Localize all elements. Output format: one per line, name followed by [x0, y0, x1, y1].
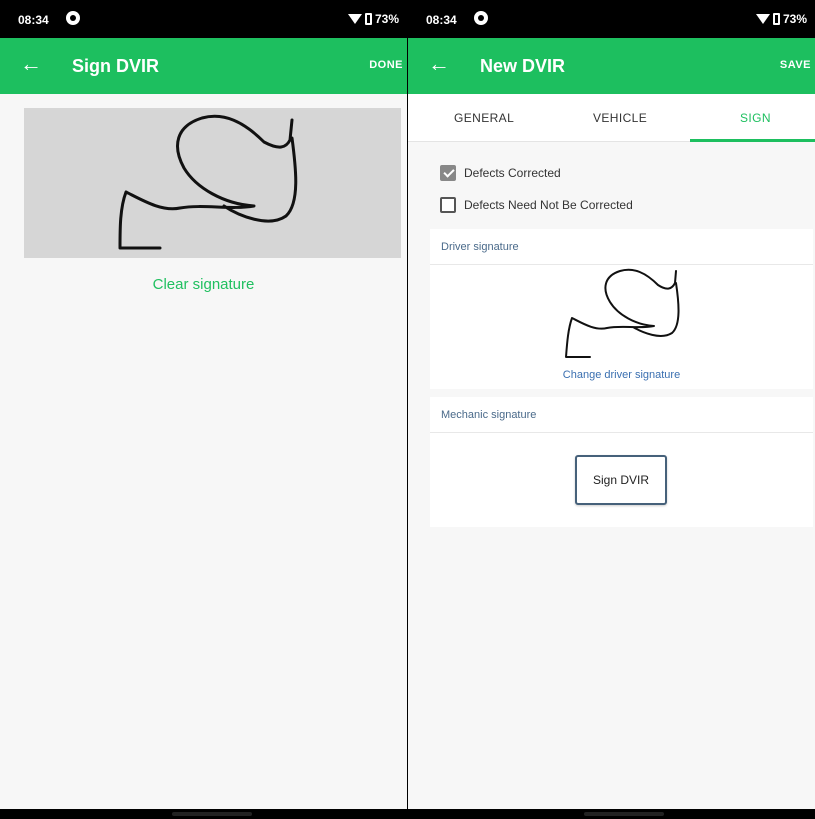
done-button[interactable]: DONE: [369, 59, 403, 71]
app-bar: ← Sign DVIR DONE: [0, 38, 407, 94]
signature-pad[interactable]: [24, 108, 401, 258]
page-title: Sign DVIR: [72, 56, 160, 76]
battery-level: 73%: [782, 12, 807, 26]
status-time: 08:34: [426, 13, 457, 27]
wifi-icon: [755, 14, 770, 24]
change-driver-signature-link[interactable]: Change driver signature: [430, 369, 813, 381]
defects-need-not-be-corrected-checkbox[interactable]: [440, 197, 456, 213]
tab-sign[interactable]: SIGN: [740, 111, 771, 125]
save-button[interactable]: SAVE: [780, 59, 811, 71]
home-handle[interactable]: [584, 812, 664, 816]
back-arrow-icon[interactable]: ←: [428, 52, 450, 76]
defects-corrected-checkbox[interactable]: [440, 165, 456, 181]
status-bar: 08:34 73%: [0, 0, 407, 38]
nav-bar: [0, 809, 407, 819]
google-icon: [66, 11, 80, 25]
status-bar: 08:34 73%: [408, 0, 815, 38]
defects-need-not-be-corrected-row[interactable]: Defects Need Not Be Corrected: [440, 197, 633, 213]
defects-corrected-label: Defects Corrected: [464, 166, 561, 180]
battery-level: 73%: [374, 12, 399, 26]
new-dvir-screen: 08:34 73% ← New DVIR SAVE GENERAL VEHICL…: [408, 0, 815, 819]
sign-dvir-button[interactable]: Sign DVIR: [575, 455, 667, 505]
active-tab-indicator: [690, 139, 815, 142]
mechanic-signature-card: Sign DVIR: [430, 433, 813, 527]
tab-vehicle[interactable]: VEHICLE: [593, 111, 647, 125]
clear-signature-link[interactable]: Clear signature: [0, 276, 407, 293]
mechanic-signature-header: Mechanic signature: [430, 397, 813, 433]
google-icon: [474, 11, 488, 25]
tab-bar: GENERAL VEHICLE SIGN: [408, 94, 815, 142]
status-time: 08:34: [18, 13, 49, 27]
tab-general[interactable]: GENERAL: [454, 111, 514, 125]
defects-need-not-be-corrected-label: Defects Need Not Be Corrected: [464, 198, 633, 212]
app-bar: ← New DVIR SAVE: [408, 38, 815, 94]
wifi-icon: [347, 14, 362, 24]
battery-icon: [772, 13, 780, 25]
driver-signature-card: Change driver signature: [430, 265, 813, 389]
back-arrow-icon[interactable]: ←: [20, 52, 42, 76]
sign-dvir-screen: 08:34 73% ← Sign DVIR DONE Clear signatu…: [0, 0, 407, 819]
nav-bar: [408, 809, 815, 819]
signature-stroke: [118, 114, 298, 250]
home-handle[interactable]: [172, 812, 252, 816]
battery-icon: [364, 13, 372, 25]
defects-corrected-row[interactable]: Defects Corrected: [440, 165, 561, 181]
driver-signature-header: Driver signature: [430, 229, 813, 265]
page-title: New DVIR: [480, 56, 566, 76]
driver-signature-image: [565, 268, 680, 358]
